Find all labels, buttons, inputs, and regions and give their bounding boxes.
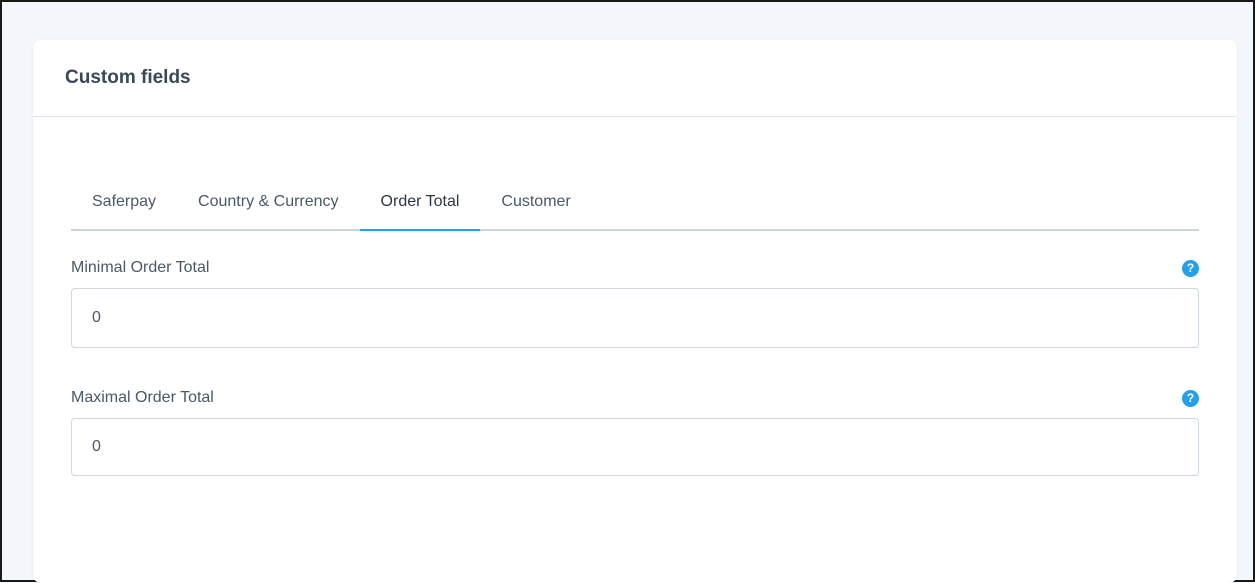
card-title: Custom fields: [65, 67, 191, 88]
tab-order-total[interactable]: Order Total: [359, 169, 481, 231]
question-mark-icon[interactable]: ?: [1182, 259, 1199, 277]
maximal-order-total-field: Maximal Order Total ?: [71, 388, 1199, 476]
tab-bar: Saferpay Country & Currency Order Total …: [71, 171, 1199, 231]
maximal-order-total-label: Maximal Order Total: [71, 389, 214, 406]
question-mark-icon[interactable]: ?: [1182, 389, 1199, 407]
card-header: Custom fields: [33, 40, 1237, 117]
tab-customer[interactable]: Customer: [480, 169, 591, 229]
maximal-order-total-input[interactable]: [71, 418, 1199, 476]
custom-fields-card: Custom fields Saferpay Country & Currenc…: [33, 40, 1237, 583]
tab-country-currency[interactable]: Country & Currency: [177, 169, 360, 229]
field-label-row: Maximal Order Total ?: [71, 388, 1199, 408]
tab-saferpay[interactable]: Saferpay: [71, 169, 177, 229]
minimal-order-total-field: Minimal Order Total ?: [71, 258, 1199, 348]
page-frame: Custom fields Saferpay Country & Currenc…: [0, 0, 1255, 583]
minimal-order-total-input[interactable]: [71, 288, 1199, 348]
minimal-order-total-label: Minimal Order Total: [71, 259, 210, 276]
field-label-row: Minimal Order Total ?: [71, 258, 1199, 278]
